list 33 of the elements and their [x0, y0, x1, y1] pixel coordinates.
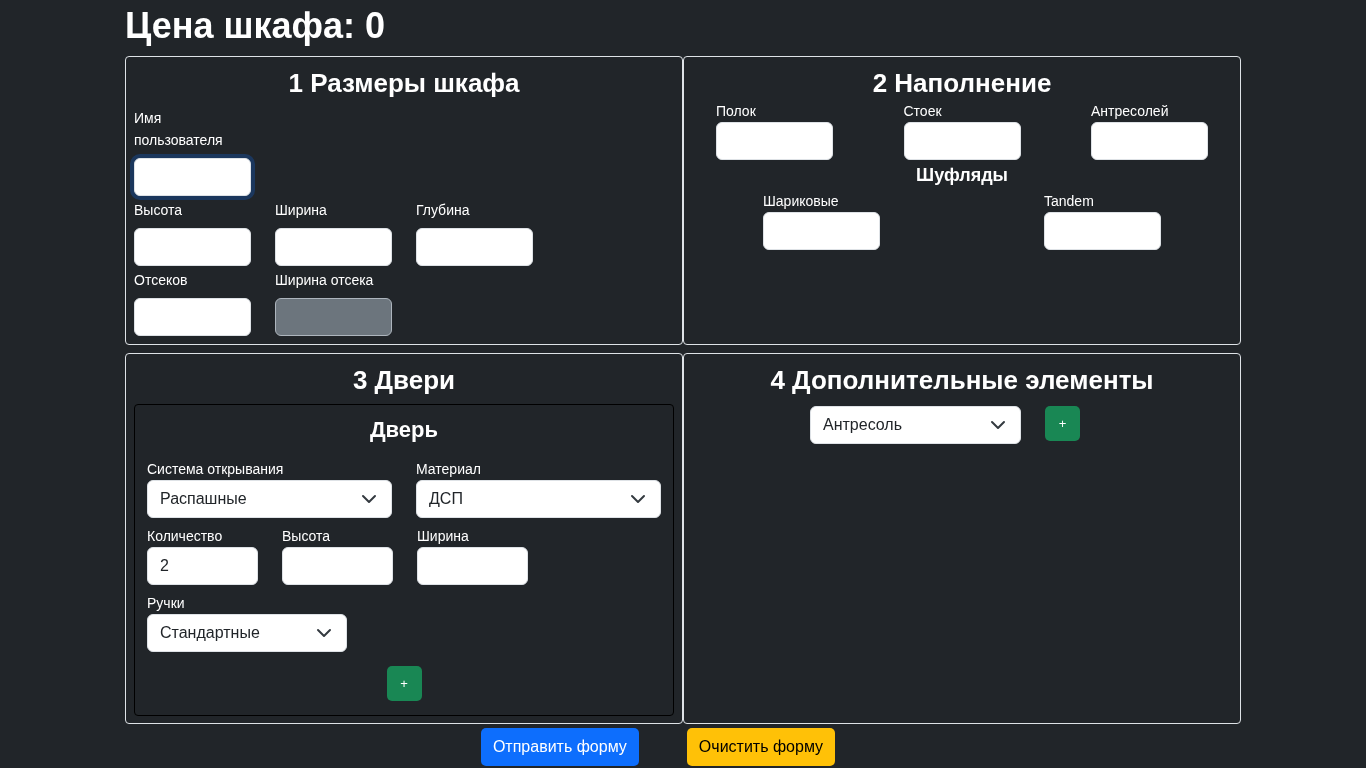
select-dropdown[interactable]: Антресоль [810, 406, 1021, 444]
field-label: Глубина [416, 201, 471, 220]
section-title: 2 Наполнение [871, 67, 1053, 99]
field-label: Антресолей [1091, 102, 1170, 121]
input-field[interactable]: 2 [147, 547, 258, 585]
submit-button[interactable]: Отправить форму [480, 728, 639, 766]
add-door-button[interactable]: + [386, 666, 422, 701]
field-label: Высота [282, 527, 332, 546]
field-label: Шариковые [763, 192, 840, 211]
field-label: Ширина [417, 527, 470, 546]
field-label: Отсеков [134, 271, 189, 290]
clear-button[interactable]: Очистить форму [686, 728, 836, 766]
field-label: Ширина отсека [275, 271, 375, 290]
field-label: Количество [147, 527, 224, 546]
field-label: Полок [716, 102, 757, 121]
select-dropdown[interactable]: Стандартные [147, 614, 347, 652]
subsection-title: Шуфляды [915, 164, 1009, 187]
select-dropdown[interactable]: Распашные [147, 480, 392, 518]
field-label: Система открывания [147, 460, 285, 479]
field-label: Ручки [147, 594, 186, 613]
price-heading: Цена шкафа: 0 [125, 4, 387, 48]
field-label: Высота [134, 201, 184, 220]
field-label: Имя пользователя [134, 109, 224, 150]
card-title: Дверь [368, 416, 440, 444]
field-label: Tandem [1044, 192, 1095, 211]
section-title: 1 Размеры шкафа [287, 67, 521, 99]
field-label: Стоек [903, 102, 943, 121]
add-element-button[interactable]: + [1045, 406, 1080, 441]
field-label: Ширина [275, 201, 328, 220]
section-title: 4 Дополнительные элементы [769, 364, 1155, 396]
select-dropdown[interactable]: ДСП [416, 480, 661, 518]
field-label: Материал [416, 460, 482, 479]
section-title: 3 Двери [351, 364, 457, 396]
